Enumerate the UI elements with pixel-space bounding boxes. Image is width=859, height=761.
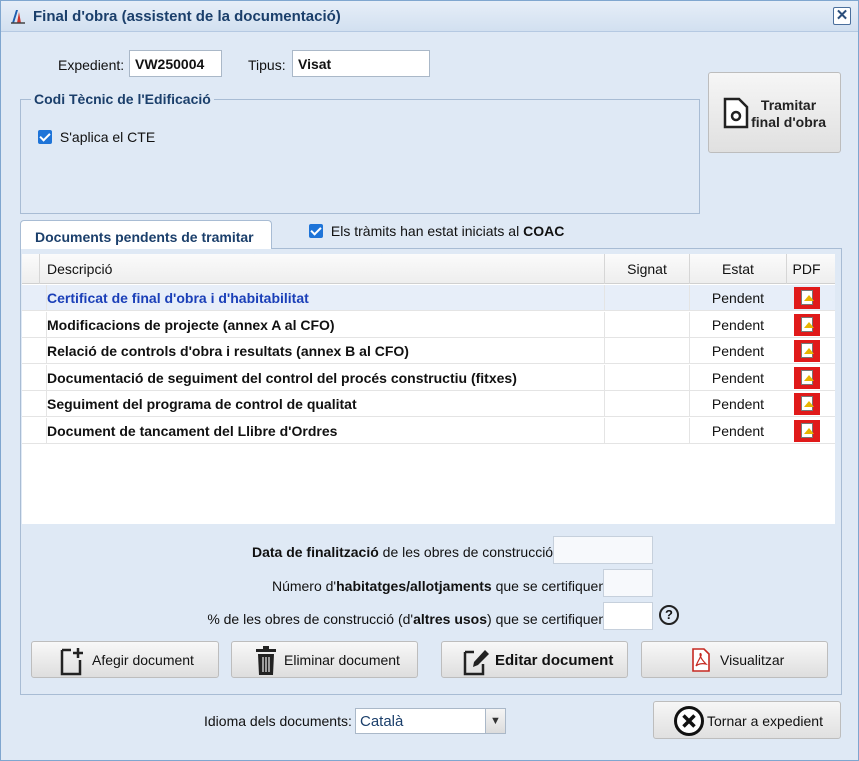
- tramitar-label-line1: Tramitar: [760, 97, 817, 113]
- row-signat: [604, 338, 689, 364]
- tornar-expedient-button[interactable]: Tornar a expedient: [653, 701, 841, 739]
- habitatges-pre: Número d': [271, 578, 337, 594]
- col-estat[interactable]: Estat: [689, 254, 786, 284]
- idioma-value: Català: [360, 713, 404, 730]
- tramitar-label-line2: final d'obra: [751, 114, 826, 130]
- coac-checkbox-label: Els tràmits han estat iniciats al: [330, 223, 524, 239]
- coac-bold-label: COAC: [523, 223, 565, 239]
- habitatges-post: que se certifiquen:: [491, 578, 610, 594]
- expedient-label: Expedient:: [58, 57, 125, 73]
- pdf-file-icon: [692, 648, 710, 672]
- visualitzar-button[interactable]: Visualitzar: [641, 641, 828, 678]
- habitatges-label: Número d'habitatges/allotjaments que se …: [272, 578, 610, 594]
- close-circle-icon: [674, 706, 704, 736]
- document-icon: [723, 97, 749, 129]
- col-descripcio[interactable]: Descripció: [39, 254, 604, 284]
- tab-documents-pendents[interactable]: Documents pendents de tramitar: [20, 220, 272, 249]
- row-descripcio: Modificacions de projecte (annex A al CF…: [46, 312, 335, 338]
- coac-checkbox[interactable]: [309, 224, 323, 238]
- tipus-field[interactable]: Visat: [292, 50, 430, 77]
- row-signat: [604, 418, 689, 444]
- tab-panel: Descripció Signat Estat PDF Certificat d…: [20, 248, 842, 695]
- editar-label: Editar document: [495, 652, 614, 669]
- afegir-label: Afegir document: [92, 652, 194, 668]
- altres-usos-label: % de les obres de construcció (d'altres …: [207, 611, 610, 627]
- editar-document-button[interactable]: Editar document: [441, 641, 628, 678]
- add-document-icon: [60, 648, 83, 676]
- habitatges-bold: habitatges/allotjaments: [336, 578, 492, 594]
- eliminar-document-button[interactable]: Eliminar document: [231, 641, 418, 678]
- pdf-icon[interactable]: [794, 393, 820, 415]
- table-row[interactable]: Modificacions de projecte (annex A al CF…: [22, 312, 835, 338]
- visualitzar-label: Visualitzar: [720, 652, 785, 668]
- row-signat: [604, 285, 689, 311]
- row-descripcio: Relació de controls d'obra i resultats (…: [46, 338, 409, 364]
- edit-document-icon: [463, 650, 489, 676]
- documents-grid: Descripció Signat Estat PDF Certificat d…: [22, 254, 835, 524]
- row-descripcio: Seguiment del programa de control de qua…: [46, 391, 357, 417]
- chevron-down-icon[interactable]: ▼: [485, 709, 505, 733]
- table-row[interactable]: Documentació de seguiment del control de…: [22, 365, 835, 391]
- row-estat: Pendent: [689, 285, 786, 311]
- table-row[interactable]: Relació de controls d'obra i resultats (…: [22, 338, 835, 364]
- expedient-field[interactable]: VW250004: [129, 50, 222, 77]
- afegir-document-button[interactable]: Afegir document: [31, 641, 219, 678]
- pdf-icon[interactable]: [794, 340, 820, 362]
- table-row[interactable]: Certificat de final d'obra i d'habitabil…: [22, 285, 835, 311]
- coac-checkbox-row[interactable]: Els tràmits han estat iniciats al COAC: [309, 223, 564, 239]
- data-finalitzacio-bold: Data de finalització: [251, 544, 379, 560]
- col-signat[interactable]: Signat: [604, 254, 689, 284]
- row-estat: Pendent: [689, 312, 786, 338]
- pdf-icon[interactable]: [794, 420, 820, 442]
- close-button[interactable]: ✕: [833, 7, 851, 25]
- pdf-icon[interactable]: [794, 287, 820, 309]
- altres-usos-post: ) que se certifiquen:: [487, 611, 610, 627]
- row-signat: [604, 391, 689, 417]
- idioma-label: Idioma dels documents:: [204, 713, 352, 729]
- altres-usos-bold: altres usos: [413, 611, 488, 627]
- row-estat: Pendent: [689, 418, 786, 444]
- data-finalitzacio-rest: de les obres de construcció:: [378, 544, 557, 560]
- grid-header: Descripció Signat Estat PDF: [22, 254, 835, 284]
- row-descripcio: Certificat de final d'obra i d'habitabil…: [46, 285, 309, 311]
- table-row[interactable]: Document de tancament del Llibre d'Ordre…: [22, 418, 835, 444]
- dialog-content: Expedient: VW250004 Tipus: Visat Codi Tè…: [10, 33, 851, 758]
- title-bar[interactable]: Final d'obra (assistent de la documentac…: [1, 1, 858, 32]
- altres-usos-input[interactable]: [603, 602, 653, 630]
- tramitar-final-obra-button[interactable]: Tramitar final d'obra: [708, 72, 841, 153]
- pdf-icon[interactable]: [794, 314, 820, 336]
- eliminar-label: Eliminar document: [284, 652, 400, 668]
- cte-checkbox[interactable]: [38, 130, 52, 144]
- pdf-icon[interactable]: [794, 367, 820, 389]
- data-finalitzacio-input[interactable]: [553, 536, 653, 564]
- grid-header-gutter: [22, 254, 39, 284]
- table-row[interactable]: Seguiment del programa de control de qua…: [22, 391, 835, 417]
- tornar-label: Tornar a expedient: [707, 713, 823, 729]
- trash-icon: [256, 646, 276, 675]
- habitatges-input[interactable]: [603, 569, 653, 597]
- app-icon: [11, 10, 25, 24]
- col-pdf[interactable]: PDF: [786, 254, 826, 284]
- cte-group: Codi Tècnic de l'Edificació S'aplica el …: [20, 91, 700, 214]
- row-signat: [604, 365, 689, 391]
- row-estat: Pendent: [689, 365, 786, 391]
- idioma-select[interactable]: Català ▼: [355, 708, 506, 734]
- cte-checkbox-row[interactable]: S'aplica el CTE: [38, 129, 155, 145]
- tipus-label: Tipus:: [248, 57, 286, 73]
- row-estat: Pendent: [689, 338, 786, 364]
- help-icon[interactable]: ?: [659, 605, 679, 625]
- dialog-window: Final d'obra (assistent de la documentac…: [0, 0, 859, 761]
- row-descripcio: Document de tancament del Llibre d'Ordre…: [46, 418, 337, 444]
- row-descripcio: Documentació de seguiment del control de…: [46, 365, 517, 391]
- row-signat: [604, 312, 689, 338]
- cte-legend: Codi Tècnic de l'Edificació: [34, 91, 211, 107]
- altres-usos-pre: % de les obres de construcció (d': [207, 611, 414, 627]
- cte-checkbox-label: S'aplica el CTE: [59, 129, 156, 145]
- data-finalitzacio-label: Data de finalització de les obres de con…: [252, 544, 557, 560]
- row-estat: Pendent: [689, 391, 786, 417]
- window-title: Final d'obra (assistent de la documentac…: [33, 8, 341, 25]
